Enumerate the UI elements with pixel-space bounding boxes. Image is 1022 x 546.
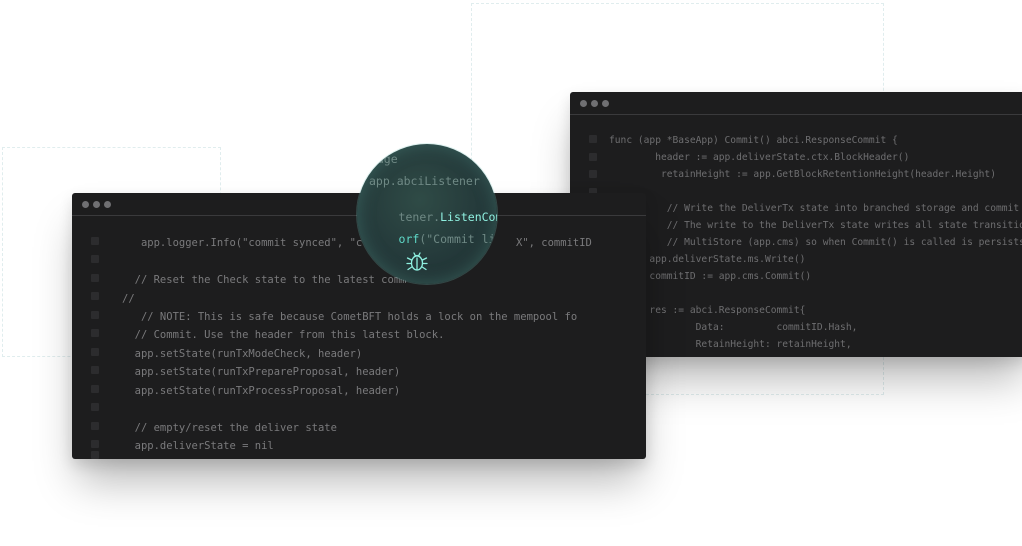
canvas: func (app *BaseApp) Commit() abci.Respon… xyxy=(0,0,1022,546)
code-line: func (app *BaseApp) Commit() abci.Respon… xyxy=(609,135,898,146)
magnifier-lens: ssage app.abciListener tener.ListenCommi… xyxy=(357,144,497,284)
code-line: app.logger.Info("commit synced", "c xyxy=(122,237,363,249)
code-line: // MultiStore (app.cms) so when Commit()… xyxy=(609,237,1022,248)
bug-icon xyxy=(406,252,428,271)
lens-highlight-token: orf xyxy=(398,232,420,246)
lens-token: ("Commit listenin xyxy=(419,232,497,246)
lens-code-line: ssage xyxy=(363,152,398,166)
code-line: app.setState(runTxPrepareProposal, heade… xyxy=(122,366,401,378)
lens-code-line: app.abciListener xyxy=(369,174,480,188)
maximize-dot-icon[interactable] xyxy=(104,201,111,208)
maximize-dot-icon[interactable] xyxy=(602,100,609,107)
code-line: // Commit. Use the header from this late… xyxy=(122,329,445,341)
code-line: app.deliverState = nil xyxy=(122,440,274,452)
code-line: // NOTE: This is safe because CometBFT h… xyxy=(122,311,578,323)
code-line: // Reset the Check state to the latest c… xyxy=(122,274,407,286)
code-line: Data: commitID.Hash, xyxy=(609,322,858,333)
code-line: X", commitID xyxy=(516,237,592,249)
code-line: app.setState(runTxModeCheck, header) xyxy=(122,348,363,360)
code-line: // xyxy=(122,293,135,305)
window-titlebar xyxy=(570,92,1022,115)
code-line: // empty/reset the deliver state xyxy=(122,422,337,434)
close-dot-icon[interactable] xyxy=(82,201,89,208)
code-line: app.setState(runTxProcessProposal, heade… xyxy=(122,385,401,397)
code-line: // Write the DeliverTx state into branch… xyxy=(609,203,1022,214)
code-line: // The write to the DeliverTx state writ… xyxy=(609,220,1022,231)
line-gutter xyxy=(91,193,100,459)
code-line: header := app.deliverState.ctx.BlockHead… xyxy=(609,152,910,163)
code-line: retainHeight := app.GetBlockRetentionHei… xyxy=(609,169,996,180)
close-dot-icon[interactable] xyxy=(580,100,587,107)
